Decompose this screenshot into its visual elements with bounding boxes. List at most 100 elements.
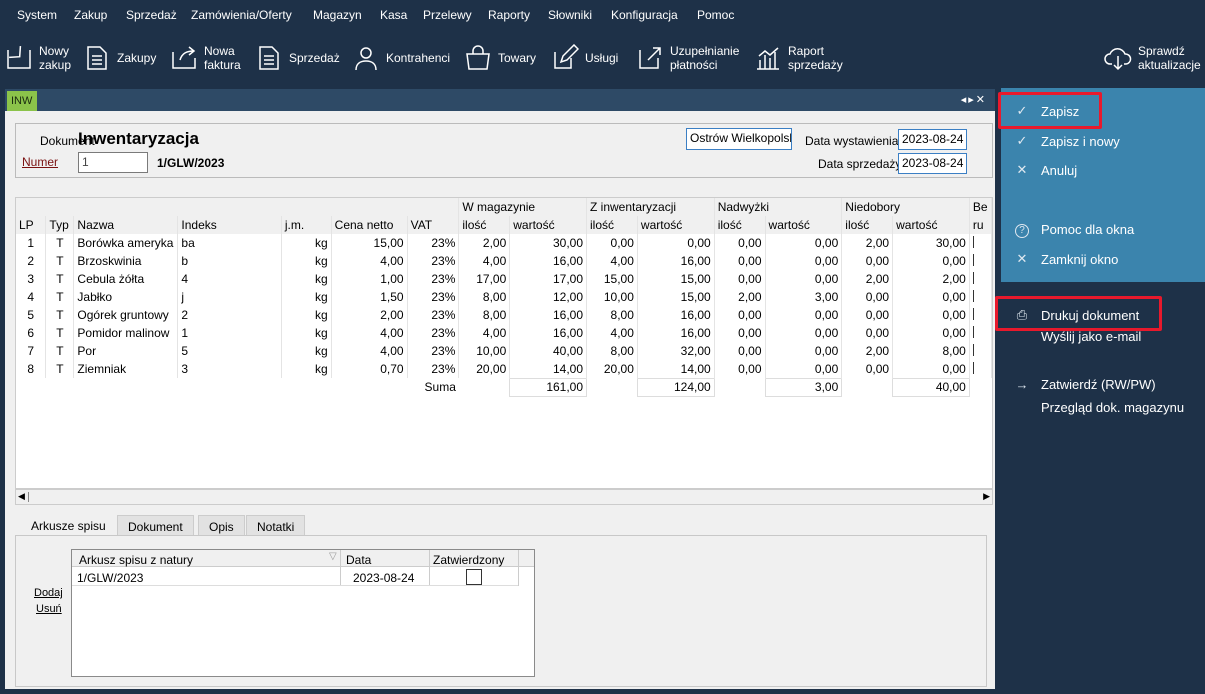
table-cell[interactable]: 16,00 [637,252,715,270]
table-cell[interactable]: 23% [407,342,460,360]
tab-arkusze-spisu[interactable]: Arkusze spisu [21,515,116,537]
table-cell[interactable]: 23% [407,360,460,378]
col-vat[interactable]: VAT [407,216,460,234]
table-cell[interactable]: 23% [407,288,460,306]
nowy-zakup-button[interactable]: Nowy zakup [5,38,71,78]
table-cell[interactable]: 16,00 [509,252,588,270]
table-cell[interactable]: 14,00 [509,360,588,378]
table-cell[interactable]: 0,00 [637,234,715,252]
table-cell[interactable]: 1 [177,324,282,342]
table-cell[interactable]: 8,00 [458,288,511,306]
table-cell[interactable]: 8,00 [458,306,511,324]
sprzedaz-button[interactable]: Sprzedaż [255,38,340,78]
table-cell[interactable] [969,252,992,270]
raport-sprzedazy-button[interactable]: Raport sprzedaży [754,38,843,78]
table-cell[interactable]: Borówka ameryka [73,234,179,252]
table-cell[interactable]: 20,00 [586,360,638,378]
zamknij-okno-button[interactable]: ✕ Zamknij okno [1013,251,1119,267]
data-sprzedazy-field[interactable]: 2023-08-24 [898,153,967,174]
table-cell[interactable]: 0,00 [841,288,894,306]
table-cell[interactable]: 0,00 [892,252,970,270]
col-ilosc[interactable]: ilość [586,216,638,234]
table-cell[interactable]: 40,00 [509,342,588,360]
table-cell[interactable]: 0,00 [765,360,843,378]
table-cell[interactable]: 0,00 [892,360,970,378]
table-cell[interactable]: Por [73,342,179,360]
table-cell[interactable]: T [45,324,75,342]
table-row[interactable]: 2 T Brzoskwinia b kg 4,00 23% 4,00 16,00 4,00 16,0… [16,252,992,270]
col-wartosc[interactable]: wartość [765,216,843,234]
table-cell[interactable]: T [45,306,75,324]
col-ilosc[interactable]: ilość [458,216,511,234]
table-cell[interactable]: kg [281,234,332,252]
col-wartosc[interactable]: wartość [637,216,715,234]
col-arkusz[interactable]: Arkusz spisu z natury [79,553,193,567]
table-cell[interactable]: 3,00 [765,288,843,306]
table-cell[interactable]: 0,00 [841,360,894,378]
data-wystawienia-field[interactable]: 2023-08-24 [898,129,967,150]
table-cell[interactable]: kg [281,306,332,324]
table-cell[interactable]: T [45,270,75,288]
table-cell[interactable]: 23% [407,324,460,342]
table-row[interactable]: 4 T Jabłko j kg 1,50 23% 8,00 12,00 10,00 15,00 2,0… [16,288,992,306]
table-cell[interactable]: ba [177,234,282,252]
table-cell[interactable]: 2 [177,306,282,324]
col-cena-netto[interactable]: Cena netto [331,216,408,234]
towary-button[interactable]: Towary [464,38,536,78]
table-cell[interactable]: 0,00 [841,306,894,324]
table-cell[interactable]: 4,00 [331,252,408,270]
table-cell[interactable]: 0,00 [714,270,766,288]
menu-przelewy[interactable]: Przelewy [423,8,472,22]
col-jm[interactable]: j.m. [281,216,332,234]
table-cell[interactable]: 8,00 [586,306,638,324]
col-nazwa[interactable]: Nazwa [73,216,179,234]
table-cell[interactable]: 10,00 [586,288,638,306]
pomoc-button[interactable]: ? Pomoc dla okna [1013,221,1134,238]
menu-zamowienia[interactable]: Zamówienia/Oferty [191,8,292,22]
table-cell[interactable]: 2,00 [892,270,970,288]
table-cell[interactable]: 0,00 [765,342,843,360]
table-cell[interactable]: 15,00 [331,234,408,252]
table-cell[interactable]: 15,00 [586,270,638,288]
table-cell[interactable] [969,234,992,252]
table-cell[interactable]: 4 [177,270,282,288]
menu-pomoc[interactable]: Pomoc [697,8,734,22]
col-more[interactable]: ru [969,216,992,234]
table-cell[interactable]: 0,00 [841,324,894,342]
table-row[interactable]: 1 T Borówka ameryka ba kg 15,00 23% 2,00 30,00 0,… [16,234,992,252]
table-cell[interactable]: 1,50 [331,288,408,306]
table-cell[interactable] [969,324,992,342]
table-cell[interactable]: 16,00 [637,324,715,342]
table-cell[interactable]: 2,00 [331,306,408,324]
kontrahenci-button[interactable]: Kontrahenci [352,38,450,78]
table-cell[interactable]: 0,00 [765,306,843,324]
table-cell[interactable]: 4,00 [458,324,511,342]
table-cell[interactable]: 30,00 [509,234,588,252]
col-wartosc[interactable]: wartość [892,216,970,234]
table-cell[interactable] [969,288,992,306]
table-cell[interactable]: Cebula żółta [73,270,179,288]
table-cell[interactable]: T [45,360,75,378]
tab-nav-arrows[interactable]: ◂▸✕ [961,93,987,106]
zatwierdzony-checkbox[interactable] [466,569,482,585]
tab-inw[interactable]: INW [7,91,37,111]
table-cell[interactable] [969,270,992,288]
menu-system[interactable]: System [17,8,57,22]
table-cell[interactable]: j [177,288,282,306]
table-cell[interactable]: 0,00 [714,252,766,270]
uslugi-button[interactable]: Usługi [551,38,618,78]
table-cell[interactable]: 16,00 [637,306,715,324]
table-cell[interactable]: 8,00 [892,342,970,360]
table-cell[interactable]: 1 [16,234,47,252]
menu-sprzedaz[interactable]: Sprzedaż [126,8,177,22]
sprawdz-aktualizacje-button[interactable]: Sprawdź aktualizacje [1104,38,1201,78]
table-cell[interactable]: 23% [407,234,460,252]
table-cell[interactable]: 0,00 [714,360,766,378]
scroll-left-icon[interactable]: ◀ [18,491,25,502]
table-cell[interactable]: Ogórek gruntowy [73,306,179,324]
table-cell[interactable]: 0,00 [892,324,970,342]
arkusz-data[interactable]: 2023-08-24 [353,571,414,585]
table-cell[interactable]: 4,00 [586,252,638,270]
table-cell[interactable] [969,360,992,378]
table-cell[interactable]: 12,00 [509,288,588,306]
